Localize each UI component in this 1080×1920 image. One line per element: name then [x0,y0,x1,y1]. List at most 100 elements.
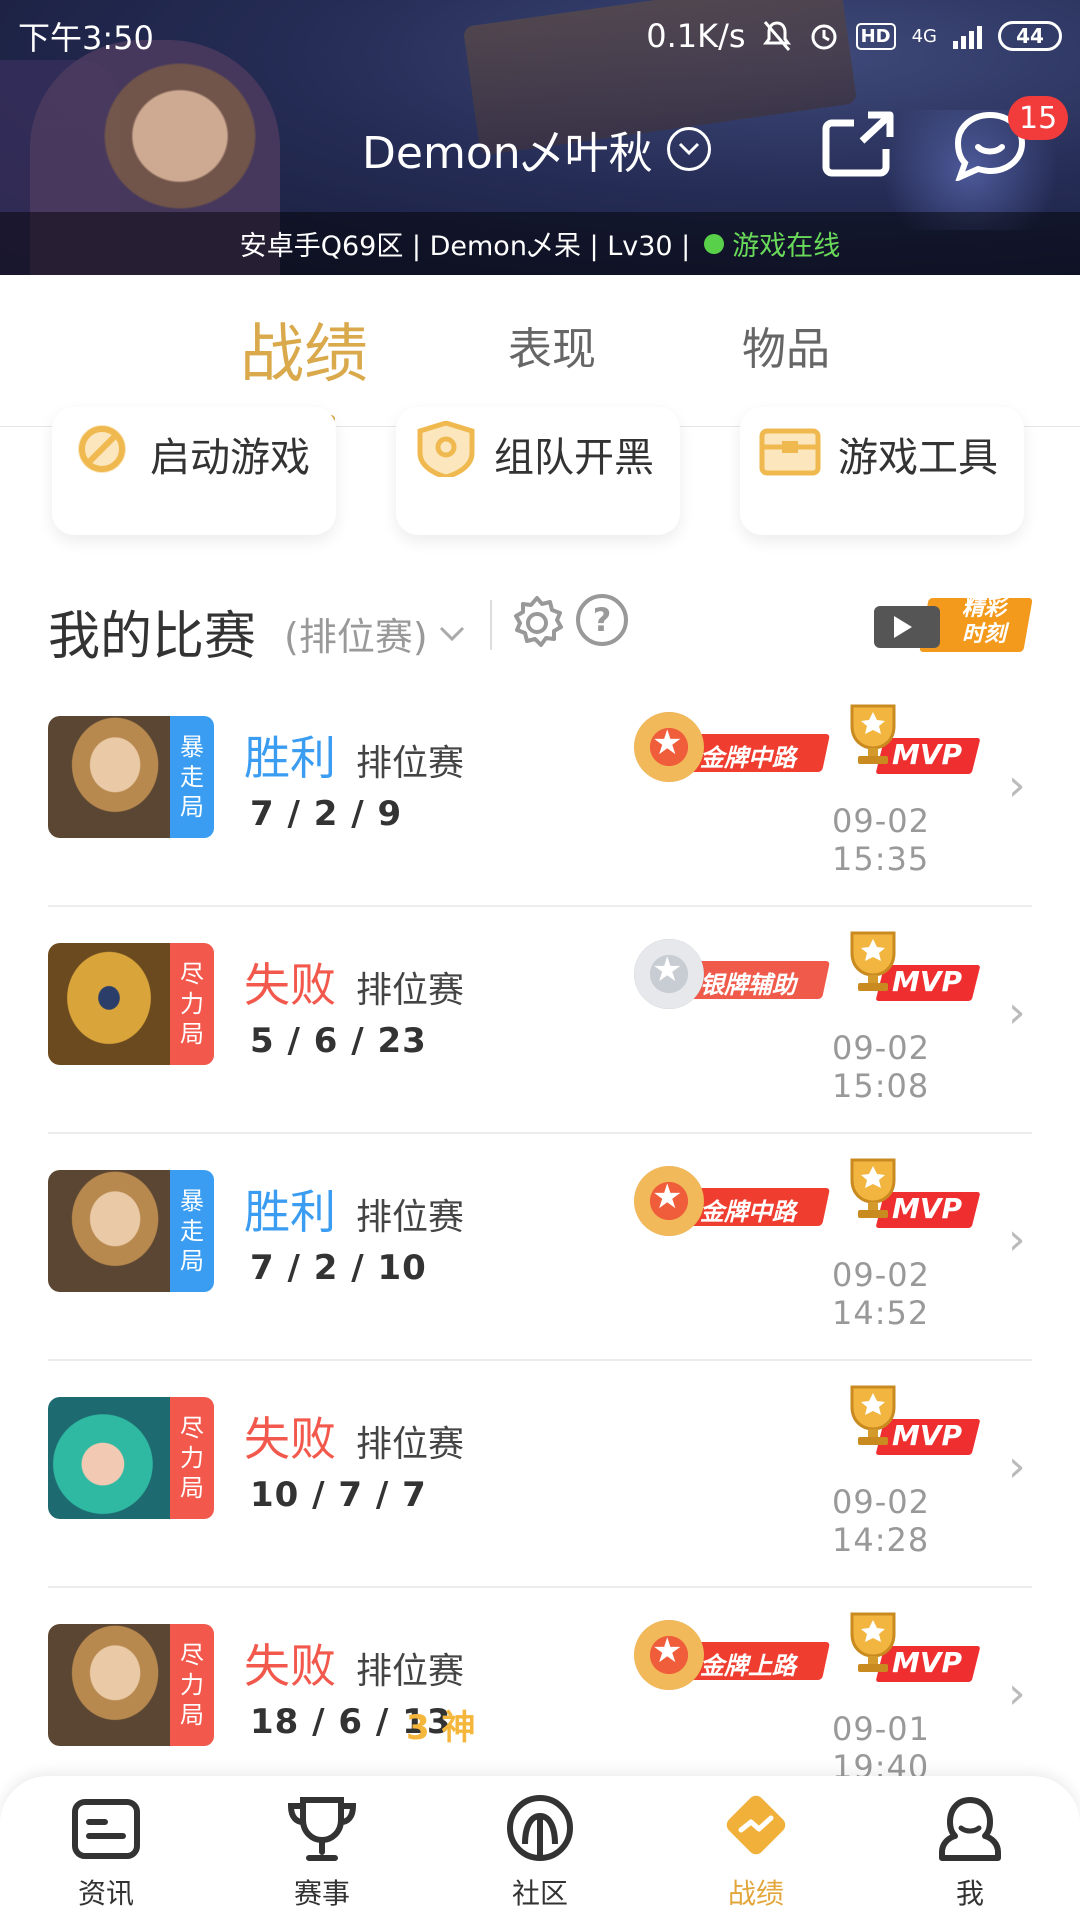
mvp-label: MVP [892,738,963,771]
star-icon: ★ [652,1177,683,1217]
mode-tag: 暴走局 [170,1170,214,1292]
chevron-right-icon: › [1008,760,1026,811]
kda: 7 / 2 / 10 [250,1248,427,1288]
gold-medal-badge: ★ 金牌中路 [632,1164,832,1236]
kda: 10 / 7 / 7 [250,1475,427,1515]
mode-tag-char: 尽 [180,1414,204,1442]
nav-news[interactable]: 资讯 [46,1794,166,1914]
game-tools-button[interactable]: 游戏工具 [740,407,1024,535]
mvp-badge: MVP [840,1612,981,1692]
highlights-label-line1: 精彩 [961,596,1006,621]
medal-label: 银牌辅助 [700,971,796,999]
tab-items[interactable]: 物品 [742,313,830,377]
hero-avatar [48,1170,170,1292]
tab-record[interactable]: 战绩 [240,303,368,395]
match-time: 09-01 19:40 [832,1710,930,1786]
account-name: Demon乄叶秋 [362,128,653,179]
server-info: 安卓手Q69区 | Demon乄呆 | Lv30 | [239,231,691,262]
chevron-right-icon: › [1008,1441,1026,1492]
mode-tag: 尽力局 [170,1397,214,1519]
highlights-button[interactable]: 精彩 时刻 [874,594,1033,654]
match-result: 失败 [244,1412,336,1466]
match-result: 失败 [244,1639,336,1693]
account-row: Demon乄叶秋 [0,105,1080,185]
nav-community[interactable]: 社区 [480,1794,600,1914]
kda: 5 / 6 / 23 [250,1021,427,1061]
mvp-label: MVP [892,1419,963,1452]
mvp-badge: MVP [840,704,981,784]
hero-avatar [48,716,170,838]
hero-avatar [48,1624,170,1746]
help-icon[interactable]: ? [576,594,628,646]
nav-stats[interactable]: 战绩 [696,1794,816,1914]
mode-tag-char: 力 [180,990,204,1018]
mvp-label: MVP [892,965,963,998]
quick-actions: 启动游戏 组队开黑 游戏工具 [0,407,1080,547]
mode-tag-char: 局 [180,1020,204,1048]
gold-medal-badge: ★ 金牌中路 [632,710,832,782]
mvp-badge: MVP [840,1158,981,1238]
nav-events-label: 赛事 [293,1877,350,1910]
mvp-label: MVP [892,1192,963,1225]
bottom-nav: 资讯 赛事 社区 战绩 我 [0,1776,1080,1920]
match-row[interactable]: 暴走局胜利 排位赛 7 / 2 / 9 ★ 金牌中路 MVP 09-02 15:35 › [48,680,1032,907]
hero-avatar [48,943,170,1065]
match-row[interactable]: 尽力局失败 排位赛 5 / 6 / 23 ★ 银牌辅助 MVP 09-02 15:08 › [48,907,1032,1134]
mode-tag-char: 暴 [180,733,204,761]
mode-tag-char: 尽 [180,960,204,988]
network-speed: 0.1K/s [646,17,746,55]
nav-me-label: 我 [955,1877,984,1910]
tab-bar: 战绩 表现 物品 [0,275,1080,427]
god-streak-badge: 3 神 [406,1708,476,1748]
team-up-button[interactable]: 组队开黑 [396,407,680,535]
kda: 7 / 2 / 9 [250,794,403,834]
trophy-icon [287,1797,357,1861]
star-icon: ★ [652,950,683,990]
match-row[interactable]: 暴走局胜利 排位赛 7 / 2 / 10 ★ 金牌中路 MVP 09-02 14:52 › [48,1134,1032,1361]
online-dot-icon [704,233,725,254]
hero-avatar [48,1397,170,1519]
mode-tag-char: 暴 [180,1187,204,1215]
match-filter-dropdown[interactable]: (排位赛) [284,606,466,661]
share-icon[interactable] [818,109,898,179]
launch-game-button[interactable]: 启动游戏 [52,407,336,535]
match-row[interactable]: 尽力局失败 排位赛 10 / 7 / 7 MVP 09-02 14:28 › [48,1361,1032,1588]
account-switcher[interactable]: Demon乄叶秋 [362,117,711,181]
nav-community-label: 社区 [511,1877,568,1910]
community-icon [507,1795,573,1861]
gold-medal-badge: ★ 金牌上路 [632,1618,832,1690]
battery-icon: 44 [998,21,1062,51]
stats-icon [726,1795,786,1855]
match-result: 失败 [244,958,336,1012]
match-type: 排位赛 [356,970,465,1011]
divider [490,600,492,650]
chevron-down-icon [666,127,711,171]
launch-game-icon [78,425,126,473]
star-icon: ★ [652,723,683,763]
nav-events[interactable]: 赛事 [262,1794,382,1914]
nav-me[interactable]: 我 [910,1794,1030,1914]
mode-tag-char: 尽 [180,1641,204,1669]
network-type: 4G [911,25,937,47]
match-type: 排位赛 [356,1197,465,1238]
tab-performance[interactable]: 表现 [508,313,596,377]
video-camera-icon [874,606,940,648]
signal-icon [953,23,982,49]
online-status: 游戏在线 [732,231,841,262]
team-up-label: 组队开黑 [494,435,654,481]
chevron-right-icon: › [1008,1214,1026,1265]
game-tools-label: 游戏工具 [838,435,998,481]
news-icon [72,1799,140,1859]
profile-icon [939,1797,1001,1861]
medal-label: 金牌中路 [700,1198,796,1226]
medal-label: 金牌中路 [700,744,796,772]
chevron-right-icon: › [1008,1668,1026,1719]
gear-icon[interactable] [508,594,566,652]
highlights-label-line2: 时刻 [961,622,1006,647]
mode-tag-char: 局 [180,1474,204,1502]
match-filter-value: (排位赛) [284,615,428,659]
status-time: 下午3:50 [18,19,154,57]
mode-tag-char: 局 [180,793,204,821]
medal-label: 金牌上路 [700,1652,796,1680]
mode-tag: 暴走局 [170,716,214,838]
